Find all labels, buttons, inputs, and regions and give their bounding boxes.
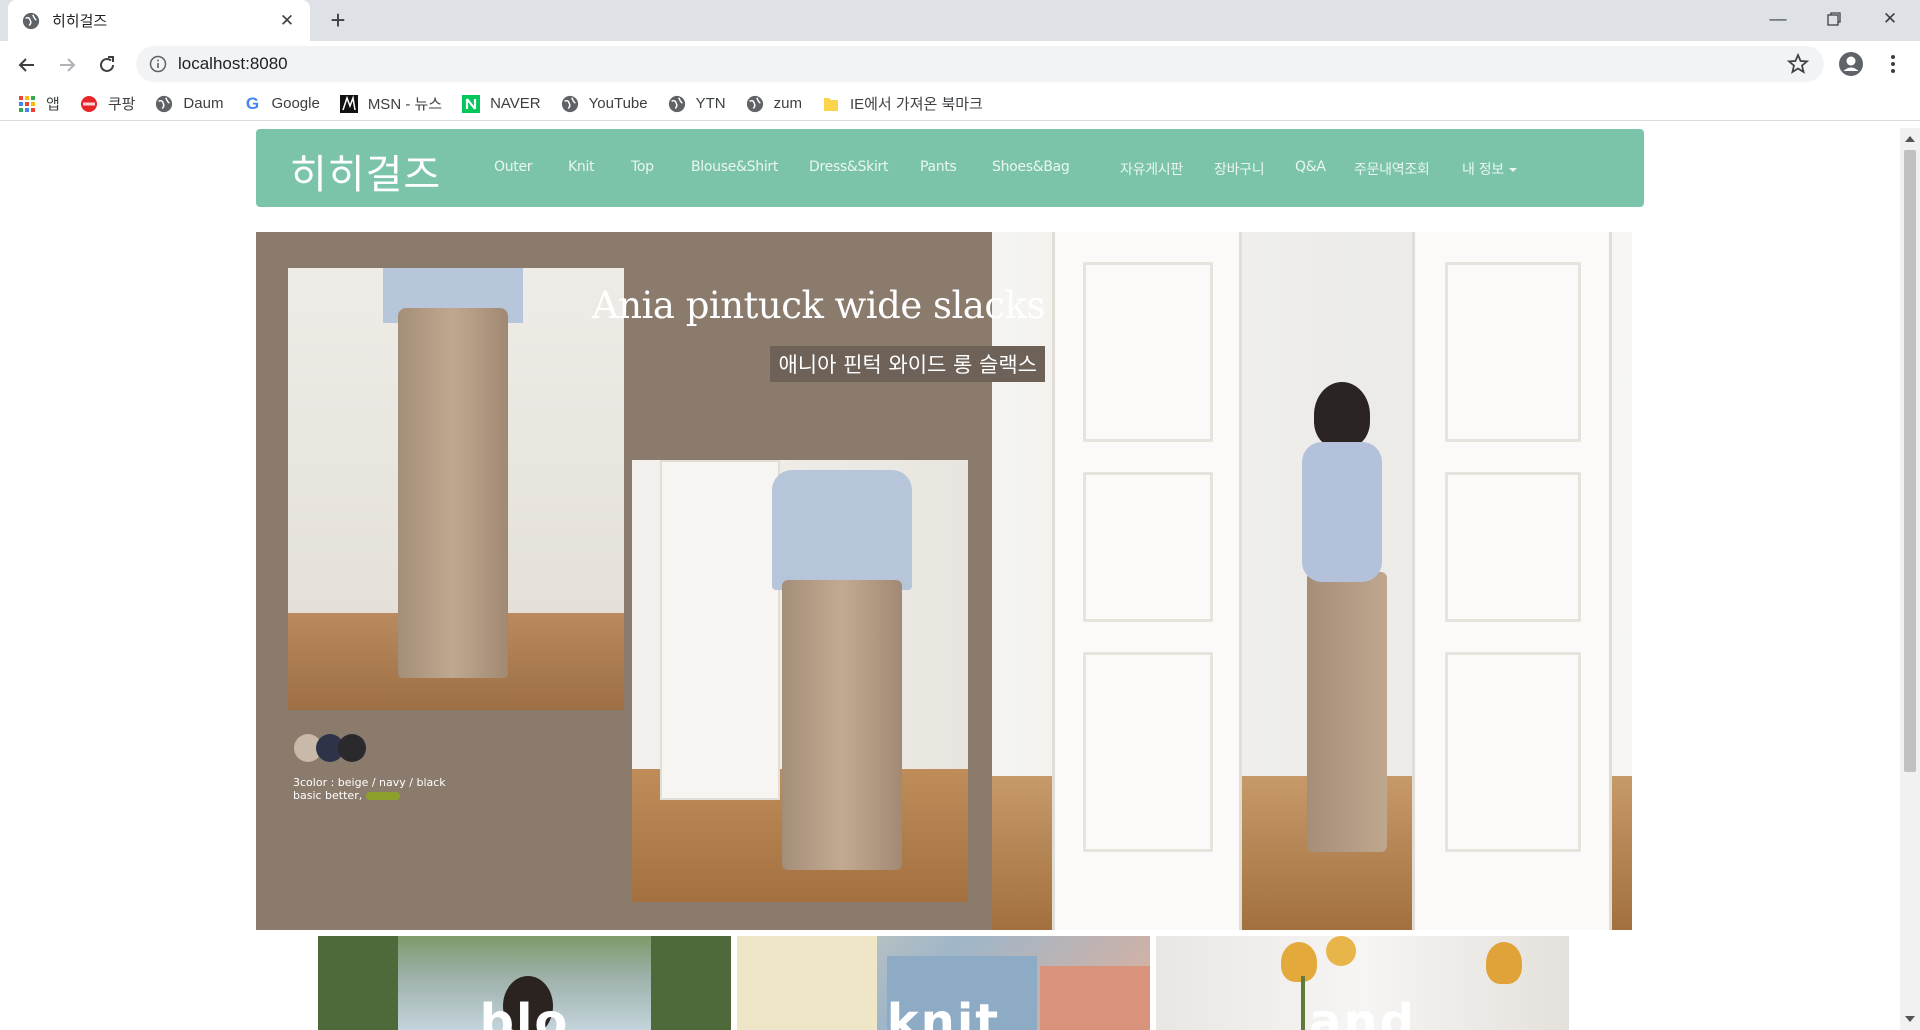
bookmark-label: Daum [183,95,224,112]
category-card-label: and [1309,994,1416,1030]
browser-tab-strip: 히히걸즈 ✕ + — ✕ [0,0,1920,41]
close-window-button[interactable]: ✕ [1862,0,1918,38]
close-tab-icon[interactable]: ✕ [278,11,296,31]
profile-icon[interactable] [1838,51,1864,77]
coupang-icon [80,95,98,113]
naver-icon [462,94,481,113]
nav-qna[interactable]: Q&A [1295,159,1326,175]
caret-down-icon [1508,168,1517,172]
page-viewport: 히히걸즈 Outer Knit Top Blouse&Shirt Dress&S… [0,128,1900,1030]
bookmark-msn[interactable]: MSN - 뉴스 [339,93,443,114]
msn-icon [339,94,358,113]
swatch-black [338,734,366,762]
back-arrow-icon [18,58,34,72]
globe-icon [561,95,579,113]
hero-title: Ania pintuck wide slacks [591,284,1046,327]
color-note-line1: 3color : beige / navy / black [293,776,446,789]
bookmark-label: 앱 [46,96,60,113]
bookmark-ie-folder[interactable]: IE에서 가져온 북마크 [822,93,983,114]
info-icon[interactable] [149,55,167,73]
hero-subtitle: 애니아 핀턱 와이드 롱 슬랙스 [770,346,1045,382]
bookmark-coupang[interactable]: 쿠팡 [80,93,136,114]
bookmark-daum[interactable]: Daum [155,95,223,113]
nav-top[interactable]: Top [631,159,654,175]
category-card-2[interactable]: knit [737,936,1150,1030]
nav-shoes-bag[interactable]: Shoes&Bag [992,159,1070,175]
forward-arrow-icon [60,58,76,72]
reload-button[interactable] [92,50,122,80]
url-text[interactable]: localhost:8080 [178,54,288,74]
bookmarks-bar: 앱 쿠팡 Daum G Google MSN - 뉴스 NAVER YouTub… [0,87,1920,121]
product-photo-left [288,268,624,710]
nav-pants[interactable]: Pants [920,159,957,175]
scroll-up-arrow-icon[interactable] [1905,136,1915,142]
bookmark-label: 쿠팡 [107,96,136,113]
my-info-label: 내 정보 [1462,162,1504,178]
bookmark-label: YouTube [588,95,648,112]
browser-toolbar: localhost:8080 [0,41,1920,87]
category-card-3[interactable]: and [1156,936,1569,1030]
bookmark-naver[interactable]: NAVER [462,94,541,113]
category-card-1[interactable]: blo [318,936,731,1030]
menu-kebab-button[interactable] [1880,51,1906,77]
bookmark-star-icon[interactable] [1786,52,1810,76]
bookmark-zum[interactable]: zum [746,95,802,113]
bookmark-apps[interactable]: 앱 [18,93,60,114]
restore-icon [1827,12,1841,26]
bookmark-label: zum [773,95,802,112]
back-button[interactable] [12,50,42,80]
apps-grid-icon [18,95,36,113]
tab-title: 히히걸즈 [52,13,108,30]
nav-outer[interactable]: Outer [494,159,533,175]
restore-button[interactable] [1806,0,1862,38]
address-bar[interactable]: localhost:8080 [136,46,1824,82]
reload-icon [100,56,114,72]
color-note-line2: basic better, [293,789,363,802]
bookmark-label: IE에서 가져온 북마크 [849,96,983,113]
globe-icon [155,95,173,113]
globe-icon [746,95,764,113]
bookmark-google[interactable]: G Google [243,93,320,113]
hero-banner[interactable]: Ania pintuck wide slacks 애니아 핀턱 와이드 롱 슬랙… [256,232,1632,930]
category-card-label: knit [886,994,1001,1030]
nav-dress-skirt[interactable]: Dress&Skirt [809,159,888,175]
scroll-down-arrow-icon[interactable] [1905,1016,1915,1022]
nav-my-info-dropdown[interactable]: 내 정보 [1462,159,1517,179]
bookmark-label: NAVER [490,95,541,112]
nav-blouse-shirt[interactable]: Blouse&Shirt [691,159,778,175]
highlight-mark [365,792,400,800]
browser-tab[interactable]: 히히걸즈 ✕ [8,0,310,41]
color-swatches [294,734,366,762]
kebab-icon [1891,55,1895,73]
forward-button[interactable] [52,50,82,80]
product-photo-center [632,460,968,902]
color-note: 3color : beige / navy / black basic bett… [293,776,446,802]
nav-order-history[interactable]: 주문내역조회 [1354,159,1430,179]
minimize-button[interactable]: — [1750,0,1806,38]
nav-free-board[interactable]: 자유게시판 [1120,159,1183,179]
site-navbar: 히히걸즈 Outer Knit Top Blouse&Shirt Dress&S… [256,129,1644,207]
bookmark-label: MSN - 뉴스 [367,96,443,113]
folder-icon [822,95,840,113]
page-scrollbar[interactable] [1900,128,1920,1030]
category-cards: blo knit and [318,936,1570,1030]
bookmark-ytn[interactable]: YTN [668,95,726,113]
nav-knit[interactable]: Knit [568,159,595,175]
globe-icon [22,12,40,29]
product-photo-right [992,232,1632,930]
site-brand[interactable]: 히히걸즈 [290,142,441,200]
new-tab-button[interactable]: + [324,6,352,34]
category-card-label: blo [479,994,570,1030]
scrollbar-thumb[interactable] [1904,150,1916,772]
bookmark-youtube[interactable]: YouTube [561,95,648,113]
bookmark-label: YTN [695,95,726,112]
google-icon: G [245,93,260,113]
nav-cart[interactable]: 장바구니 [1214,159,1265,179]
bookmark-label: Google [271,95,320,112]
globe-icon [668,95,686,113]
